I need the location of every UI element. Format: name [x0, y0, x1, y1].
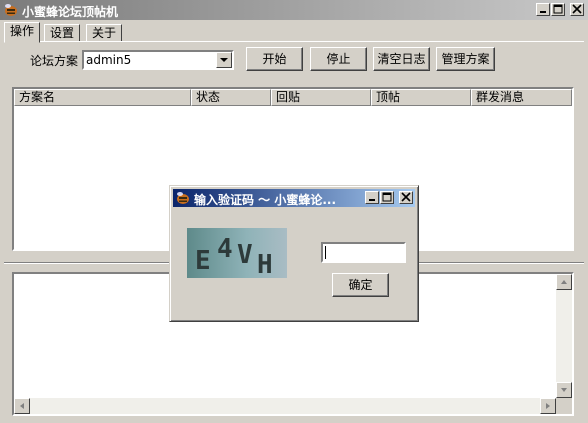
- dialog-minimize-button[interactable]: [365, 191, 379, 204]
- scroll-down-button[interactable]: [556, 382, 572, 398]
- close-icon: [401, 192, 411, 202]
- horizontal-scrollbar[interactable]: [14, 398, 556, 414]
- captcha-glyph: V: [237, 240, 253, 270]
- captcha-image: E 4 V H: [187, 228, 287, 280]
- captcha-input[interactable]: [321, 242, 406, 263]
- tab-label: 操作: [10, 24, 35, 38]
- column-header-bump[interactable]: 顶帖: [371, 89, 471, 106]
- maximize-icon: [382, 192, 392, 202]
- clear-log-button[interactable]: 清空日志: [373, 47, 430, 71]
- column-header-reply[interactable]: 回贴: [271, 89, 371, 106]
- column-header-scheme-name[interactable]: 方案名: [14, 89, 191, 106]
- scheme-select[interactable]: admin5: [82, 50, 234, 70]
- window-title: 小蜜蜂论坛顶帖机: [22, 5, 119, 19]
- maximize-button[interactable]: [551, 3, 565, 16]
- arrow-left-icon: [20, 403, 24, 409]
- arrow-up-icon: [561, 280, 567, 284]
- close-icon: [572, 4, 582, 14]
- text-caret: [325, 246, 326, 259]
- scroll-right-button[interactable]: [540, 398, 556, 414]
- tab-settings[interactable]: 设置: [44, 24, 81, 42]
- ok-button[interactable]: 确定: [332, 273, 389, 297]
- minimize-icon: [540, 11, 546, 13]
- scrollbar-corner: [556, 398, 572, 414]
- start-button[interactable]: 开始: [246, 47, 303, 71]
- scheme-select-value: admin5: [86, 53, 132, 67]
- dialog-title: 输入验证码 ～ 小蜜蜂论...: [194, 193, 337, 207]
- chevron-down-icon: [220, 58, 228, 62]
- scroll-up-button[interactable]: [556, 274, 572, 290]
- close-button[interactable]: [570, 3, 584, 16]
- dialog-maximize-button[interactable]: [380, 191, 394, 204]
- minimize-icon: [369, 199, 375, 201]
- maximize-icon: [553, 4, 563, 14]
- captcha-text: E 4 V H: [187, 228, 287, 280]
- bee-app-icon: [5, 4, 17, 16]
- scheme-label: 论坛方案: [30, 54, 79, 68]
- dialog-close-button[interactable]: [399, 191, 413, 204]
- scroll-left-button[interactable]: [14, 398, 30, 414]
- manage-scheme-button[interactable]: 管理方案: [436, 47, 495, 71]
- tab-label: 设置: [50, 26, 75, 40]
- tab-panel-border: [4, 41, 584, 42]
- captcha-glyph: 4: [217, 234, 233, 264]
- dialog-titlebar[interactable]: 输入验证码 ～ 小蜜蜂论...: [173, 189, 415, 207]
- column-header-status[interactable]: 状态: [191, 89, 271, 106]
- main-titlebar[interactable]: 小蜜蜂论坛顶帖机: [0, 0, 588, 20]
- tab-operation[interactable]: 操作: [4, 22, 41, 43]
- tab-label: 关于: [92, 26, 117, 40]
- arrow-right-icon: [546, 403, 550, 409]
- bee-app-icon: [177, 192, 189, 204]
- arrow-down-icon: [561, 388, 567, 392]
- column-header-mass-message[interactable]: 群发消息: [471, 89, 572, 106]
- captcha-glyph: H: [257, 250, 273, 280]
- minimize-button[interactable]: [536, 3, 550, 16]
- vertical-scrollbar[interactable]: [556, 274, 572, 398]
- captcha-glyph: E: [195, 246, 211, 276]
- stop-button[interactable]: 停止: [310, 47, 367, 71]
- tab-about[interactable]: 关于: [86, 24, 123, 42]
- captcha-dialog: 输入验证码 ～ 小蜜蜂论... E 4 V H 确定: [169, 185, 419, 322]
- dropdown-button[interactable]: [216, 52, 232, 68]
